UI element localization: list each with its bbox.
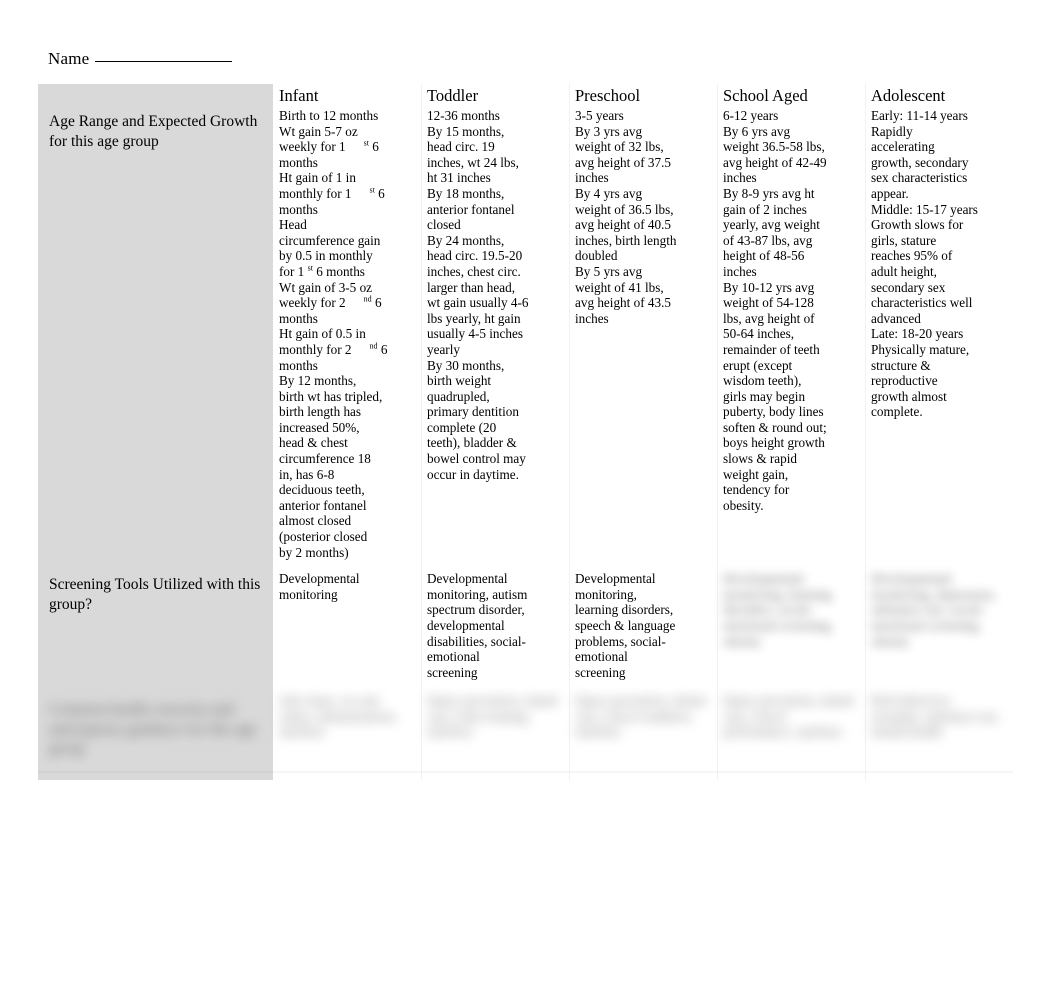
growth-school-aged-text: 6-12 years By 6 yrs avg weight 36.5-58 l…	[723, 108, 827, 513]
cell-screening-preschool: Developmental monitoring, learning disor…	[569, 566, 717, 689]
cell-screening-toddler: Developmental monitoring, autism spectru…	[421, 566, 569, 689]
screening-preschool-text: Developmental monitoring, learning disor…	[575, 571, 676, 680]
cell-third-adolescent: Risk behaviors, sexuality, substance use…	[865, 688, 1013, 781]
growth-preschool-text: 3-5 years By 3 yrs avg weight of 32 lbs,…	[575, 108, 677, 326]
document-page: Name Age Range and Expected Growth for t…	[0, 0, 1062, 1006]
table-row: Common health concerns and anticipatory …	[38, 688, 1013, 781]
row-label-text: Screening Tools Utilized with this group…	[49, 576, 261, 613]
third-infant-text: Safe sleep, car seat safety, immunizatio…	[279, 693, 398, 740]
screening-toddler-text: Developmental monitoring, autism spectru…	[427, 571, 528, 680]
table-row: Screening Tools Utilized with this group…	[38, 566, 1013, 689]
cell-screening-infant: Developmental monitoring	[273, 566, 421, 689]
cell-third-preschool: Injury prevention, dental care, school r…	[569, 688, 717, 781]
row-label-third: Common health concerns and anticipatory …	[38, 688, 273, 781]
cell-growth-toddler: Toddler 12-36 months By 15 months, head …	[421, 84, 569, 567]
column-header-toddler: Toddler	[427, 86, 479, 105]
cell-third-infant: Safe sleep, car seat safety, immunizatio…	[273, 688, 421, 781]
third-adolescent-text: Risk behaviors, sexuality, substance use…	[871, 693, 1000, 740]
cell-growth-adolescent: Adolescent Early: 11-14 years Rapidly ac…	[865, 84, 1013, 567]
name-label: Name	[48, 49, 90, 68]
third-school-aged-text: Injury prevention, dental care, school p…	[723, 693, 854, 740]
column-header-infant: Infant	[279, 86, 319, 105]
cell-screening-school-aged: Developmental monitoring, learning disor…	[717, 566, 865, 689]
table-row: Age Range and Expected Growth for this a…	[38, 84, 1013, 567]
third-toddler-text: Injury prevention, dental care, toilet t…	[427, 693, 558, 740]
row-label-age-range: Age Range and Expected Growth for this a…	[38, 84, 273, 567]
cell-third-school-aged: Injury prevention, dental care, school p…	[717, 688, 865, 781]
cell-screening-adolescent: Developmental monitoring, depression, su…	[865, 566, 1013, 689]
growth-and-development-table: Age Range and Expected Growth for this a…	[38, 84, 1013, 781]
cell-growth-infant: Infant Birth to 12 months Wt gain 5-7 oz…	[273, 84, 421, 567]
screening-school-aged-text: Developmental monitoring, learning disor…	[723, 571, 833, 649]
cell-third-toddler: Injury prevention, dental care, toilet t…	[421, 688, 569, 781]
name-line: Name	[48, 46, 233, 69]
row-label-text: Age Range and Expected Growth for this a…	[49, 113, 258, 150]
column-header-adolescent: Adolescent	[871, 86, 946, 105]
growth-infant-text: Birth to 12 months Wt gain 5-7 oz weekly…	[279, 108, 388, 560]
third-preschool-text: Injury prevention, dental care, school r…	[575, 693, 706, 740]
growth-toddler-text: 12-36 months By 15 months, head circ. 19…	[427, 108, 529, 482]
column-header-school-aged: School Aged	[723, 86, 808, 105]
row-label-text: Common health concerns and anticipatory …	[49, 701, 257, 758]
screening-adolescent-text: Developmental monitoring, depression, su…	[871, 571, 996, 649]
cell-growth-school-aged: School Aged 6-12 years By 6 yrs avg weig…	[717, 84, 865, 567]
growth-adolescent-text: Early: 11-14 years Rapidly accelerating …	[871, 108, 978, 420]
cell-growth-preschool: Preschool 3-5 years By 3 yrs avg weight …	[569, 84, 717, 567]
column-header-preschool: Preschool	[575, 86, 641, 105]
row-label-screening-tools: Screening Tools Utilized with this group…	[38, 566, 273, 689]
name-blank-field[interactable]	[95, 46, 233, 62]
screening-infant-text: Developmental monitoring	[279, 571, 360, 602]
